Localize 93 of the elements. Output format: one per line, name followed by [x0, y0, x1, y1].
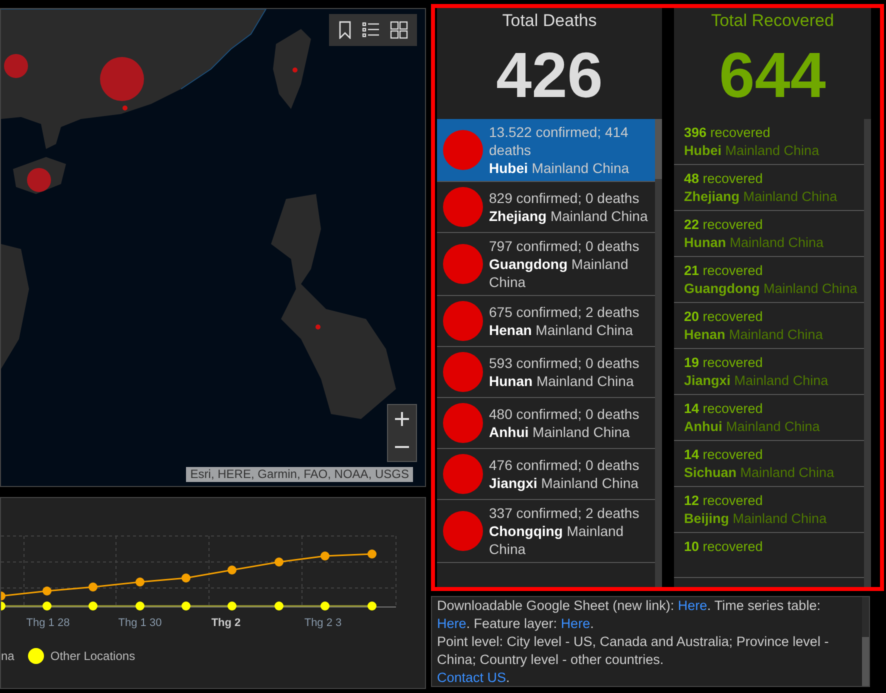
location-list-item[interactable]: 476 confirmed; 0 deaths Jiangxi Mainland China [437, 449, 655, 500]
case-stats: 797 confirmed; 0 deaths [489, 237, 640, 255]
data-point [182, 602, 190, 610]
case-stats: 829 confirmed; 0 deaths [489, 189, 640, 207]
case-stats: 675 confirmed; 2 deaths [489, 303, 640, 321]
total-deaths-count: 426 [495, 38, 604, 113]
location-list-item[interactable]: 829 confirmed; 0 deaths Zhejiang Mainland China [437, 182, 655, 233]
data-point [228, 566, 236, 574]
link[interactable]: Here [678, 598, 708, 613]
location-name: Jiangxi Mainland China [684, 372, 830, 390]
location-name: Zhejiang Mainland China [684, 188, 838, 206]
location-marker-icon [443, 244, 483, 284]
bookmark-icon [338, 21, 352, 39]
location-name: Hubei Mainland China [684, 142, 820, 160]
data-point [88, 602, 98, 610]
recovered-count: 396 recovered [684, 124, 772, 142]
data-point [182, 574, 190, 582]
x-axis-label: Thg 2 [211, 617, 241, 629]
legend-label: na [1, 649, 14, 663]
list-icon [362, 22, 380, 38]
location-marker-icon [443, 301, 483, 341]
case-stats: 476 confirmed; 0 deaths [489, 456, 640, 474]
data-point [136, 602, 144, 610]
recovered-count: 48 recovered [684, 170, 764, 188]
recovered-count: 19 recovered [684, 354, 764, 372]
scrollbar[interactable] [864, 119, 871, 587]
data-point [228, 602, 236, 610]
recovered-count: 14 recovered [684, 400, 764, 418]
x-axis-label: Thg 1 28 [26, 617, 70, 629]
data-point [42, 586, 52, 596]
location-list-item[interactable]: 13.522 confirmed; 414 deaths Hubei Mainland China [437, 119, 655, 182]
location-name: Hunan Mainland China [489, 372, 635, 390]
location-name: Beijing Mainland China [684, 510, 828, 528]
case-stats: 13.522 confirmed; 414 deaths [489, 123, 630, 159]
data-point [368, 602, 376, 610]
minus-icon [395, 446, 409, 448]
plus-icon [395, 412, 409, 426]
location-list-item[interactable]: 593 confirmed; 0 deaths Hunan Mainland China [437, 347, 655, 398]
data-point [320, 602, 330, 610]
location-name: Jiangxi Mainland China [489, 474, 640, 492]
total-recovered-count: 644 [718, 38, 827, 113]
link[interactable]: Contact US [437, 670, 506, 685]
data-point [368, 550, 376, 558]
x-axis-label: Thg 1 30 [118, 617, 162, 629]
location-marker-icon [443, 187, 483, 227]
location-name: Guangdong Mainland China [489, 255, 630, 291]
data-point [88, 582, 98, 592]
location-list-item[interactable]: 480 confirmed; 0 deaths Anhui Mainland China [437, 398, 655, 449]
location-name: Guangdong Mainland China [684, 280, 858, 298]
data-point [320, 552, 330, 560]
location-name: Hunan Mainland China [684, 234, 825, 252]
scrollbar[interactable] [655, 119, 662, 587]
case-stats: 593 confirmed; 0 deaths [489, 354, 640, 372]
location-marker-icon [443, 130, 483, 170]
location-name: Anhui Mainland China [489, 423, 631, 441]
location-list-item[interactable]: 675 confirmed; 2 deaths Henan Mainland China [437, 296, 655, 347]
panel-title: Total Recovered [710, 10, 835, 31]
location-marker-icon [443, 511, 483, 551]
recovered-count: 10 recovered [684, 538, 764, 556]
recovered-count: 21 recovered [684, 262, 764, 280]
location-name: Sichuan Mainland China [684, 464, 836, 482]
case-stats: 480 confirmed; 0 deaths [489, 405, 640, 423]
location-marker-icon [443, 352, 483, 392]
location-marker-icon [443, 454, 483, 494]
data-point [274, 602, 284, 610]
location-name: Hubei Mainland China [489, 159, 630, 177]
location-name: Henan Mainland China [684, 326, 824, 344]
location-marker-icon [443, 403, 483, 443]
legend-label: Other Locations [50, 649, 136, 663]
data-point [274, 558, 284, 566]
location-name: Henan Mainland China [489, 321, 634, 339]
data-point [136, 578, 144, 586]
location-name: Zhejiang Mainland China [489, 207, 648, 225]
case-stats: 337 confirmed; 2 deaths [489, 504, 640, 522]
recovered-count: 12 recovered [684, 492, 764, 510]
recovered-count: 22 recovered [684, 216, 764, 234]
data-point [42, 602, 52, 610]
recovered-count: 20 recovered [684, 308, 764, 326]
panel-title: Total Deaths [501, 10, 598, 31]
map-attribution: Esri, HERE, Garmin, FAO, NOAA, USGS [186, 467, 413, 482]
link[interactable]: Here [437, 616, 466, 631]
grid-icon [390, 21, 408, 39]
location-name: Anhui Mainland China [684, 418, 821, 436]
location-list-item[interactable]: 797 confirmed; 0 deaths Guangdong Mainland China [437, 233, 655, 296]
scrollbar[interactable] [862, 597, 869, 686]
location-list-item[interactable]: 337 confirmed; 2 deaths Chongqing Mainland China [437, 500, 655, 563]
recovered-count: 14 recovered [684, 446, 764, 464]
location-name: Chongqing Mainland China [489, 522, 625, 558]
info-text: Contact US. [437, 669, 511, 686]
x-axis-label: Thg 2 3 [304, 617, 342, 629]
link[interactable]: Here [560, 616, 590, 631]
info-text: Point level: City level - US, Canada and Australia; Province level - China; Country level - other countries. [437, 633, 830, 669]
info-text: Downloadable Google Sheet (new link): Here. Time series table: Here. Feature layer: Here. [437, 597, 822, 633]
